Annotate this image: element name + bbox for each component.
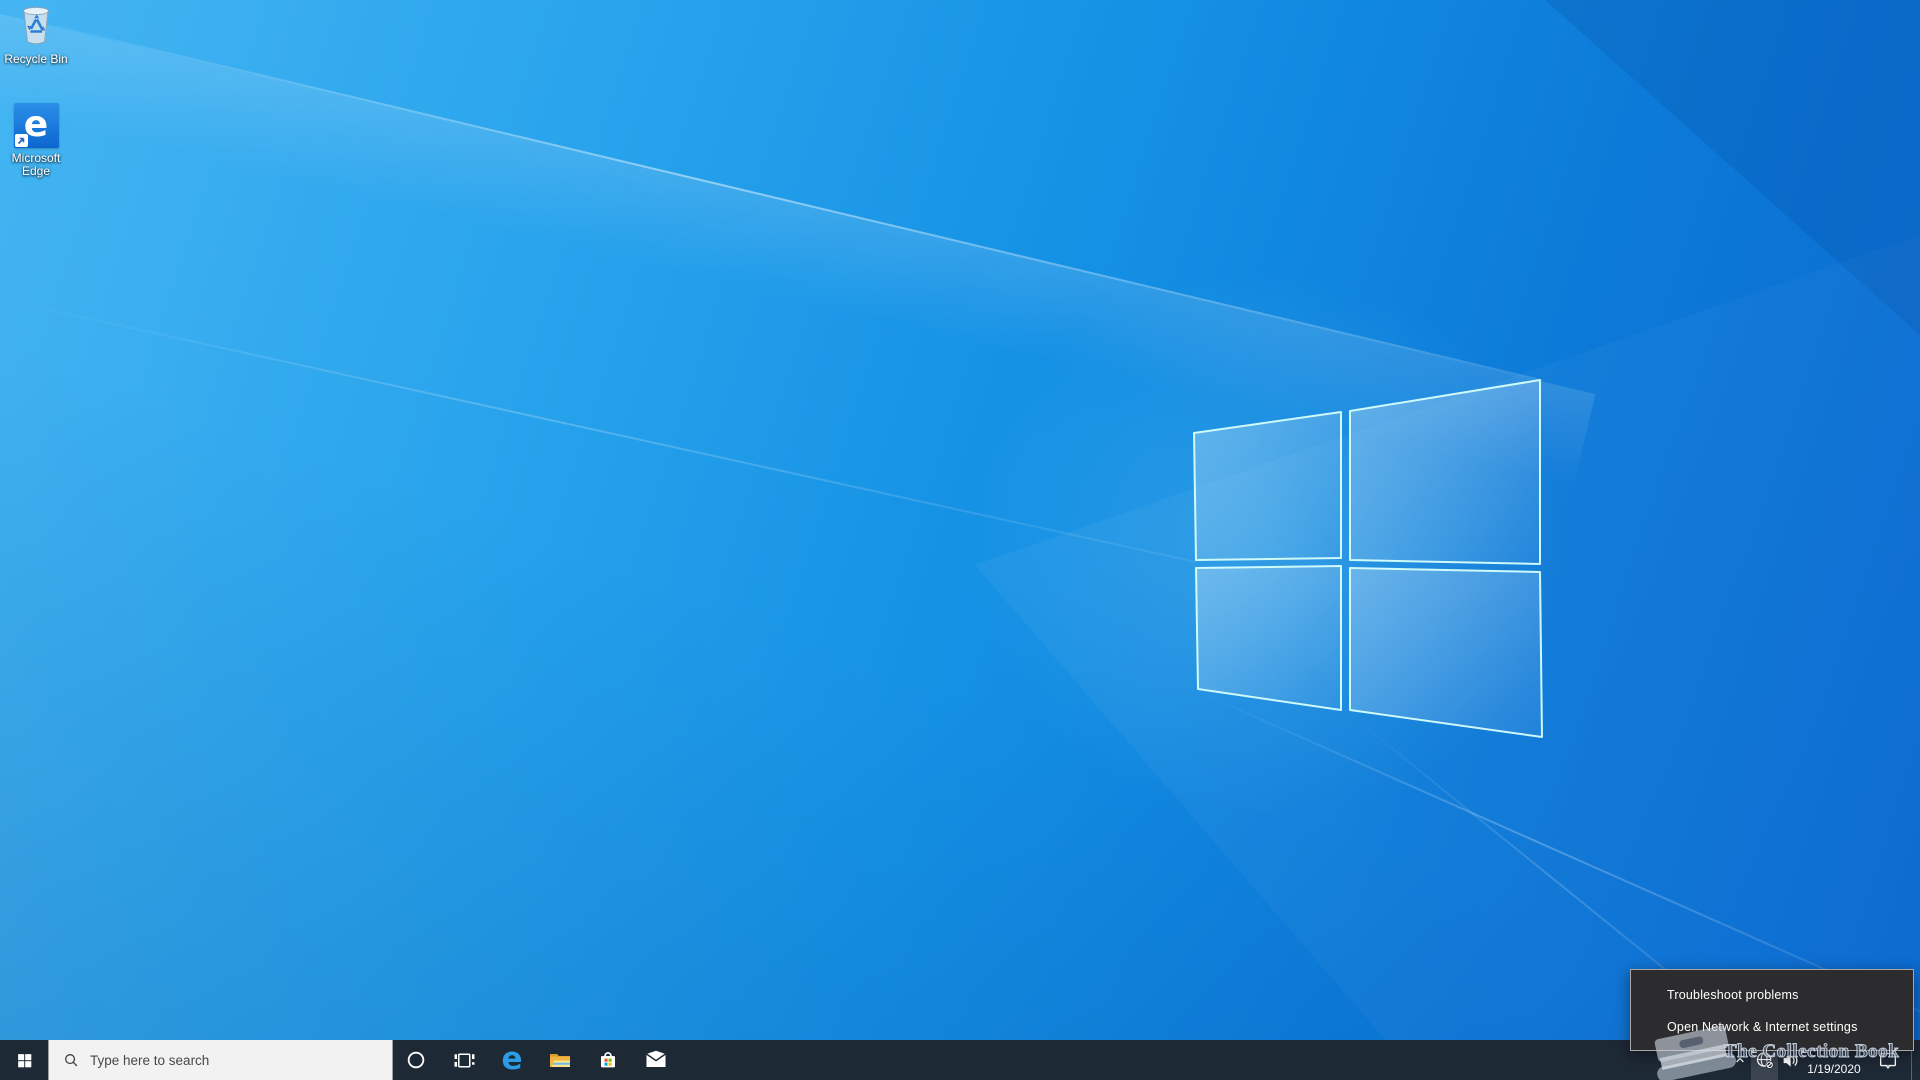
chevron-up-icon	[1736, 1057, 1744, 1063]
cortana-circle-icon	[407, 1051, 425, 1069]
edge-tile-icon: e	[13, 103, 59, 148]
start-button[interactable]	[0, 1040, 48, 1080]
action-center-bubble-icon	[1879, 1052, 1897, 1070]
windows-logo-icon	[17, 1053, 31, 1067]
taskbar-search[interactable]	[48, 1040, 393, 1080]
menu-item-open-network-settings[interactable]: Open Network & Internet settings	[1631, 1011, 1913, 1043]
edge-e-icon: e	[501, 1040, 523, 1077]
wallpaper	[0, 0, 1920, 1080]
wallpaper-shade	[0, 0, 1920, 1080]
task-view-icon	[454, 1053, 474, 1067]
edge-button[interactable]: e	[488, 1040, 536, 1080]
desktop-screen: Recycle Bin e Microsoft Edge Troubleshoo…	[0, 0, 1920, 1080]
store-bag-icon	[601, 1052, 615, 1068]
task-view-button[interactable]	[440, 1040, 488, 1080]
recycle-bin-icon	[23, 6, 49, 45]
search-input[interactable]	[80, 1052, 392, 1068]
mail-envelope-icon	[646, 1050, 666, 1067]
folder-icon	[550, 1054, 570, 1067]
desktop-icon-microsoft-edge[interactable]: e Microsoft Edge	[0, 103, 72, 178]
mail-button[interactable]	[632, 1040, 680, 1080]
windows-flag-logo	[1193, 379, 1543, 738]
network-context-menu: Troubleshoot problems Open Network & Int…	[1630, 969, 1914, 1051]
menu-item-troubleshoot[interactable]: Troubleshoot problems	[1631, 979, 1913, 1011]
globe-no-internet-icon	[1756, 1052, 1774, 1069]
desktop-icon-label: Recycle Bin	[4, 52, 68, 66]
speaker-icon	[1783, 1053, 1797, 1067]
cortana-button[interactable]	[392, 1040, 440, 1080]
desktop-icon-recycle-bin[interactable]: Recycle Bin	[0, 2, 72, 66]
desktop-icon-label: Edge	[21, 164, 51, 178]
file-explorer-button[interactable]	[536, 1040, 584, 1080]
store-button[interactable]	[584, 1040, 632, 1080]
tray-date: 1/19/2020	[1807, 1062, 1861, 1076]
shortcut-arrow-icon	[14, 134, 28, 147]
search-icon	[65, 1053, 78, 1066]
